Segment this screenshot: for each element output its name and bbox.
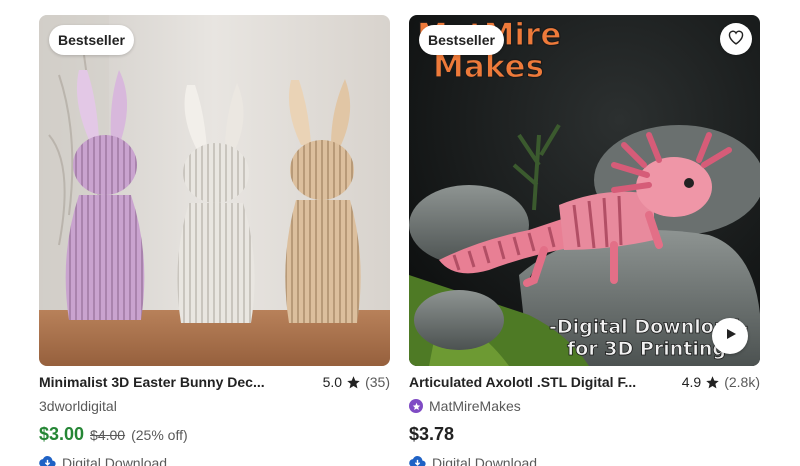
listing-card[interactable]: Bestseller Minimalist 3D Easter Bunny De…: [39, 15, 390, 466]
heart-icon: [727, 29, 745, 50]
rating-score: 5.0: [322, 374, 343, 390]
listing-title[interactable]: Minimalist 3D Easter Bunny Dec...: [39, 374, 265, 390]
rating-score: 4.9: [681, 374, 702, 390]
axolotl-model-photo: MatMire Makes -Digital Download- for 3D …: [409, 15, 760, 366]
star-icon: [346, 375, 361, 390]
play-icon: [722, 326, 738, 347]
star-icon: [705, 375, 720, 390]
bestseller-badge: Bestseller: [419, 25, 504, 55]
overlay-3d-printing: for 3D Printing: [567, 338, 726, 360]
bunny-figurines-photo: [39, 15, 390, 366]
review-count: (35): [365, 374, 390, 390]
delivery-label: Digital Download: [62, 455, 168, 466]
play-video-button[interactable]: [712, 318, 748, 354]
delivery-type: Digital Download: [409, 454, 760, 466]
listing-image[interactable]: MatMire Makes -Digital Download- for 3D …: [409, 15, 760, 366]
discount-percent: (25% off): [131, 427, 188, 443]
listing-image[interactable]: Bestseller: [39, 15, 390, 366]
star-seller-icon: [409, 399, 423, 413]
seller-name: 3dworldigital: [39, 398, 117, 414]
seller-link[interactable]: 3dworldigital: [39, 397, 390, 415]
price-row: $3.00 $4.00 (25% off): [39, 424, 390, 446]
original-price: $4.00: [90, 427, 126, 443]
seller-link[interactable]: MatMireMakes: [409, 397, 760, 415]
favorite-button[interactable]: [720, 23, 752, 55]
price-row: $3.78: [409, 424, 760, 446]
bestseller-badge: Bestseller: [49, 25, 134, 55]
rating: 4.9 (2.8k): [682, 374, 760, 390]
delivery-type: Digital Download: [39, 454, 390, 466]
seller-name: MatMireMakes: [429, 398, 521, 414]
cloud-download-icon: [39, 455, 56, 466]
rating: 5.0 (35): [323, 374, 390, 390]
price: $3.78: [409, 424, 455, 444]
listing-card[interactable]: MatMire Makes -Digital Download- for 3D …: [409, 15, 760, 466]
sale-price: $3.00: [39, 424, 85, 444]
review-count: (2.8k): [724, 374, 760, 390]
cloud-download-icon: [409, 455, 426, 466]
listing-title[interactable]: Articulated Axolotl .STL Digital F...: [409, 374, 636, 390]
delivery-label: Digital Download: [432, 455, 538, 466]
